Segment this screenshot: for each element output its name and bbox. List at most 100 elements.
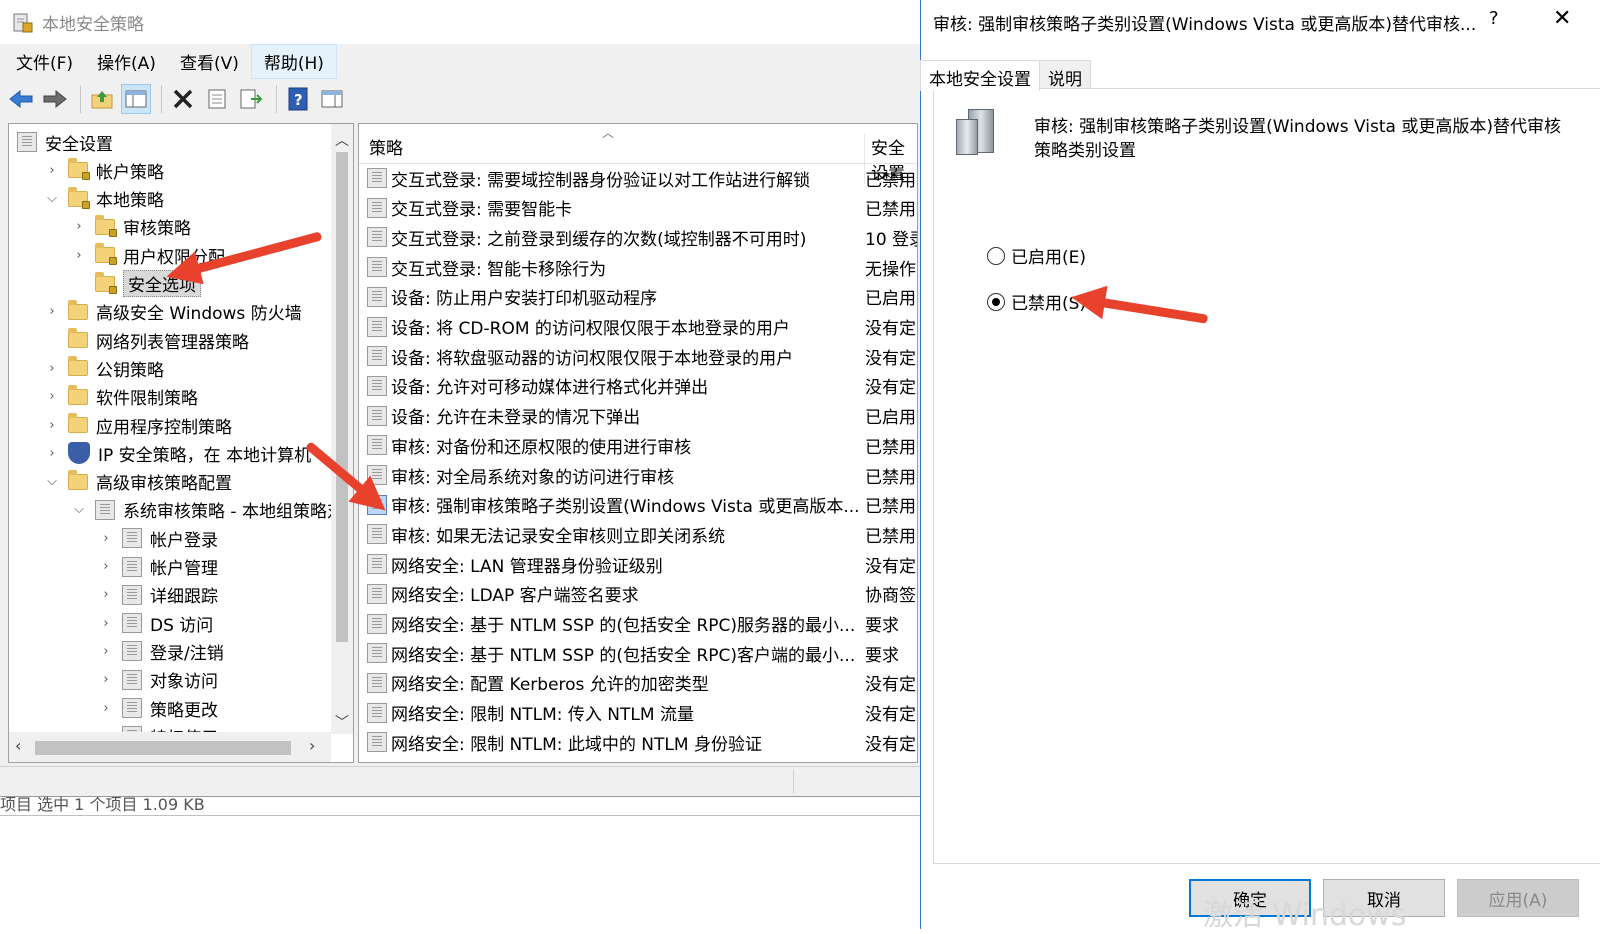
policy-name: 网络安全: 基于 NTLM SSP 的(包括安全 RPC)客户端的最小... bbox=[391, 645, 856, 666]
policy-row[interactable]: 交互式登录: 需要域控制器身份验证以对工作站进行解锁 已禁用 bbox=[367, 164, 917, 192]
policy-row[interactable]: 审核: 强制审核策略子类别设置(Windows Vista 或更高版本... 已禁… bbox=[367, 491, 917, 519]
tab-local-security-setting[interactable]: 本地安全设置 bbox=[920, 60, 1040, 91]
radio-enabled[interactable]: 已启用(E) bbox=[987, 243, 1086, 268]
policy-row[interactable]: 设备: 允许对可移动媒体进行格式化并弹出 没有定义 bbox=[367, 372, 917, 400]
scroll-right-icon[interactable]: › bbox=[309, 736, 315, 755]
tree-item[interactable]: ⌵ 本地策略 bbox=[44, 185, 164, 213]
tree-item[interactable]: › DS 访问 bbox=[98, 609, 213, 637]
radio-enabled-label: 已启用(E) bbox=[1011, 248, 1087, 268]
action-pane-icon[interactable] bbox=[317, 84, 347, 114]
policy-row[interactable]: 网络安全: 基于 NTLM SSP 的(包括安全 RPC)客户端的最小... 要求 bbox=[367, 639, 917, 667]
back-arrow-icon[interactable] bbox=[6, 84, 36, 114]
export-list-icon[interactable] bbox=[236, 84, 266, 114]
chevron-down-icon[interactable]: ⌵ bbox=[44, 474, 60, 489]
help-icon[interactable]: ? bbox=[283, 84, 313, 114]
policy-row[interactable]: 交互式登录: 智能卡移除行为 无操作 bbox=[367, 253, 917, 281]
policy-list-pane[interactable]: ︿ 策略 安全设置 交互式登录: 需要域控制器身份验证以对工作站进行解锁 已禁用交… bbox=[358, 123, 918, 763]
chevron-right-icon[interactable]: › bbox=[44, 446, 60, 461]
chevron-down-icon[interactable]: ⌵ bbox=[71, 502, 87, 517]
lock-icon bbox=[109, 228, 117, 237]
policy-row[interactable]: 交互式登录: 需要智能卡 已禁用 bbox=[367, 194, 917, 222]
console-tree-pane[interactable]: 安全设置›帐户策略⌵本地策略›审核策略›用户权限分配安全选项›高级安全 Wind… bbox=[8, 123, 354, 763]
folder-icon bbox=[68, 469, 88, 490]
chevron-right-icon[interactable]: › bbox=[44, 418, 60, 433]
apply-button[interactable]: 应用(A) bbox=[1457, 879, 1579, 917]
tree-item[interactable]: › 对象访问 bbox=[98, 666, 218, 694]
help-button[interactable]: ? bbox=[1489, 8, 1499, 29]
chevron-right-icon[interactable]: › bbox=[98, 644, 114, 659]
tree-item[interactable]: › 高级安全 Windows 防火墙 bbox=[44, 298, 302, 326]
tree-horizontal-scrollbar[interactable]: ‹ › bbox=[9, 732, 331, 762]
chevron-right-icon[interactable]: › bbox=[98, 587, 114, 602]
policy-row[interactable]: 网络安全: LDAP 客户端签名要求 协商签名 bbox=[367, 580, 917, 608]
tree-item[interactable]: › 应用程序控制策略 bbox=[44, 411, 232, 439]
scroll-left-icon[interactable]: ‹ bbox=[15, 736, 21, 755]
tree-item[interactable]: › 审核策略 bbox=[71, 213, 191, 241]
tree-vertical-scrollbar[interactable]: ︿ ﹀ bbox=[331, 124, 353, 734]
chevron-right-icon[interactable]: › bbox=[98, 559, 114, 574]
up-folder-icon[interactable] bbox=[87, 84, 117, 114]
policy-row[interactable]: 网络安全: 限制 NTLM: 此域中的 NTLM 身份验证 没有定义 bbox=[367, 728, 917, 756]
tree-item[interactable]: › 登录/注销 bbox=[98, 637, 224, 665]
scroll-down-icon[interactable]: ﹀ bbox=[331, 712, 353, 732]
chevron-right-icon[interactable]: › bbox=[98, 672, 114, 687]
policy-row[interactable]: 设备: 允许在未登录的情况下弹出 已启用 bbox=[367, 402, 917, 430]
chevron-right-icon[interactable]: › bbox=[71, 248, 87, 263]
chevron-right-icon[interactable]: › bbox=[98, 531, 114, 546]
tree-item[interactable]: › 策略更改 bbox=[98, 694, 218, 722]
chevron-right-icon[interactable]: › bbox=[71, 219, 87, 234]
audit-category-icon bbox=[122, 556, 142, 577]
policy-row[interactable]: 审核: 如果无法记录安全审核则立即关闭系统 已禁用 bbox=[367, 520, 917, 548]
policy-row[interactable]: 设备: 将软盘驱动器的访问权限仅限于本地登录的用户 没有定义 bbox=[367, 342, 917, 370]
scroll-up-icon[interactable]: ︿ bbox=[331, 130, 353, 150]
tree-item[interactable]: › 软件限制策略 bbox=[44, 383, 198, 411]
chevron-right-icon[interactable]: › bbox=[98, 701, 114, 716]
policy-row[interactable]: 网络安全: 限制 NTLM: 传入 NTLM 流量 没有定义 bbox=[367, 699, 917, 727]
tree-item[interactable]: › 帐户策略 bbox=[44, 156, 164, 184]
tree-item[interactable]: › 公钥策略 bbox=[44, 354, 164, 382]
tree-item[interactable]: ⌵ 高级审核策略配置 bbox=[44, 468, 232, 496]
properties-icon[interactable] bbox=[202, 84, 232, 114]
lock-icon bbox=[82, 200, 90, 209]
tree-item[interactable]: ⌵ 系统审核策略 - 本地组策略对象 bbox=[71, 496, 353, 524]
show-hide-tree-icon[interactable] bbox=[121, 84, 151, 114]
tab-explain[interactable]: 说明 bbox=[1039, 60, 1091, 90]
chevron-down-icon[interactable]: ⌵ bbox=[44, 191, 60, 206]
tree-item[interactable]: › 帐户管理 bbox=[98, 553, 218, 581]
forward-arrow-icon[interactable] bbox=[40, 84, 70, 114]
menu-help[interactable]: 帮助(H) bbox=[250, 43, 337, 79]
tree-item[interactable]: › IP 安全策略，在 本地计算机 bbox=[44, 439, 311, 467]
chevron-right-icon[interactable]: › bbox=[44, 389, 60, 404]
column-header-policy[interactable]: 策略 bbox=[369, 134, 403, 159]
tree-item[interactable]: 网络列表管理器策略 bbox=[44, 326, 249, 354]
policy-row[interactable]: 网络安全: 基于 NTLM SSP 的(包括安全 RPC)服务器的最小... 要求 bbox=[367, 610, 917, 638]
chevron-right-icon[interactable]: › bbox=[44, 304, 60, 319]
menu-view[interactable]: 查看(V) bbox=[168, 45, 251, 78]
policy-row[interactable]: 设备: 将 CD-ROM 的访问权限仅限于本地登录的用户 没有定义 bbox=[367, 313, 917, 341]
tree-item[interactable]: › 帐户登录 bbox=[98, 524, 218, 552]
policy-row[interactable]: 网络安全: 配置 Kerberos 允许的加密类型 没有定义 bbox=[367, 669, 917, 697]
radio-button-enabled[interactable] bbox=[987, 246, 1005, 265]
policy-row[interactable]: 设备: 防止用户安装打印机驱动程序 已启用 bbox=[367, 283, 917, 311]
delete-icon[interactable] bbox=[168, 84, 198, 114]
tree-item[interactable]: › 详细跟踪 bbox=[98, 581, 218, 609]
tree-item[interactable]: 安全设置 bbox=[17, 128, 113, 156]
title-bar: 本地安全策略 bbox=[0, 0, 920, 44]
menu-file[interactable]: 文件(F) bbox=[4, 45, 85, 78]
chevron-right-icon[interactable]: › bbox=[44, 361, 60, 376]
menu-action[interactable]: 操作(A) bbox=[85, 45, 168, 78]
policy-row[interactable]: 审核: 对全局系统对象的访问进行审核 已禁用 bbox=[367, 461, 917, 489]
scrollbar-thumb[interactable] bbox=[35, 741, 291, 755]
policy-row[interactable]: 交互式登录: 之前登录到缓存的次数(域控制器不可用时) 10 登录 bbox=[367, 223, 917, 251]
policy-name: 设备: 将 CD-ROM 的访问权限仅限于本地登录的用户 bbox=[391, 319, 790, 339]
close-icon[interactable]: ✕ bbox=[1553, 6, 1571, 31]
tree-item-label: 软件限制策略 bbox=[96, 389, 198, 410]
policy-row[interactable]: 审核: 对备份和还原权限的使用进行审核 已禁用 bbox=[367, 431, 917, 459]
radio-button-disabled[interactable] bbox=[987, 292, 1005, 311]
local-security-policy-window: 本地安全策略 文件(F) 操作(A) 查看(V) 帮助(H) ? 安全设置 › … bbox=[0, 0, 920, 929]
scrollbar-thumb[interactable] bbox=[336, 152, 348, 642]
chevron-right-icon[interactable]: › bbox=[44, 163, 60, 178]
chevron-right-icon[interactable]: › bbox=[98, 616, 114, 631]
policy-row[interactable]: 网络安全: LAN 管理器身份验证级别 没有定义 bbox=[367, 550, 917, 578]
policy-name: 交互式登录: 智能卡移除行为 bbox=[391, 259, 607, 280]
